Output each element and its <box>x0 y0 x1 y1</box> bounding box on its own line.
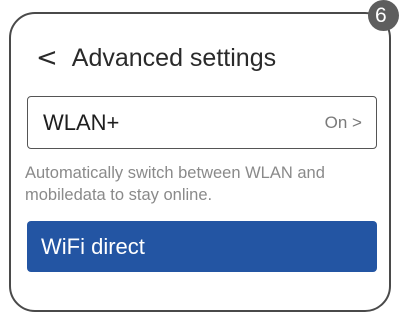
back-arrow-icon[interactable]: < <box>36 40 58 76</box>
page-title: Advanced settings <box>71 44 277 72</box>
page-header: < Advanced settings <box>36 40 276 76</box>
wlan-plus-status: On > <box>324 112 362 132</box>
wifi-direct-label: WiFi direct <box>41 233 145 259</box>
step-number-badge: 6 <box>368 0 399 31</box>
wifi-direct-setting[interactable]: WiFi direct <box>27 221 377 272</box>
wlan-plus-label: WLAN+ <box>43 109 120 135</box>
wlan-plus-description: Automatically switch between WLAN and mo… <box>25 164 325 204</box>
wlan-plus-setting[interactable]: WLAN+ On > <box>27 96 377 149</box>
screen: 6 < Advanced settings WLAN+ On > Automat… <box>0 0 399 320</box>
